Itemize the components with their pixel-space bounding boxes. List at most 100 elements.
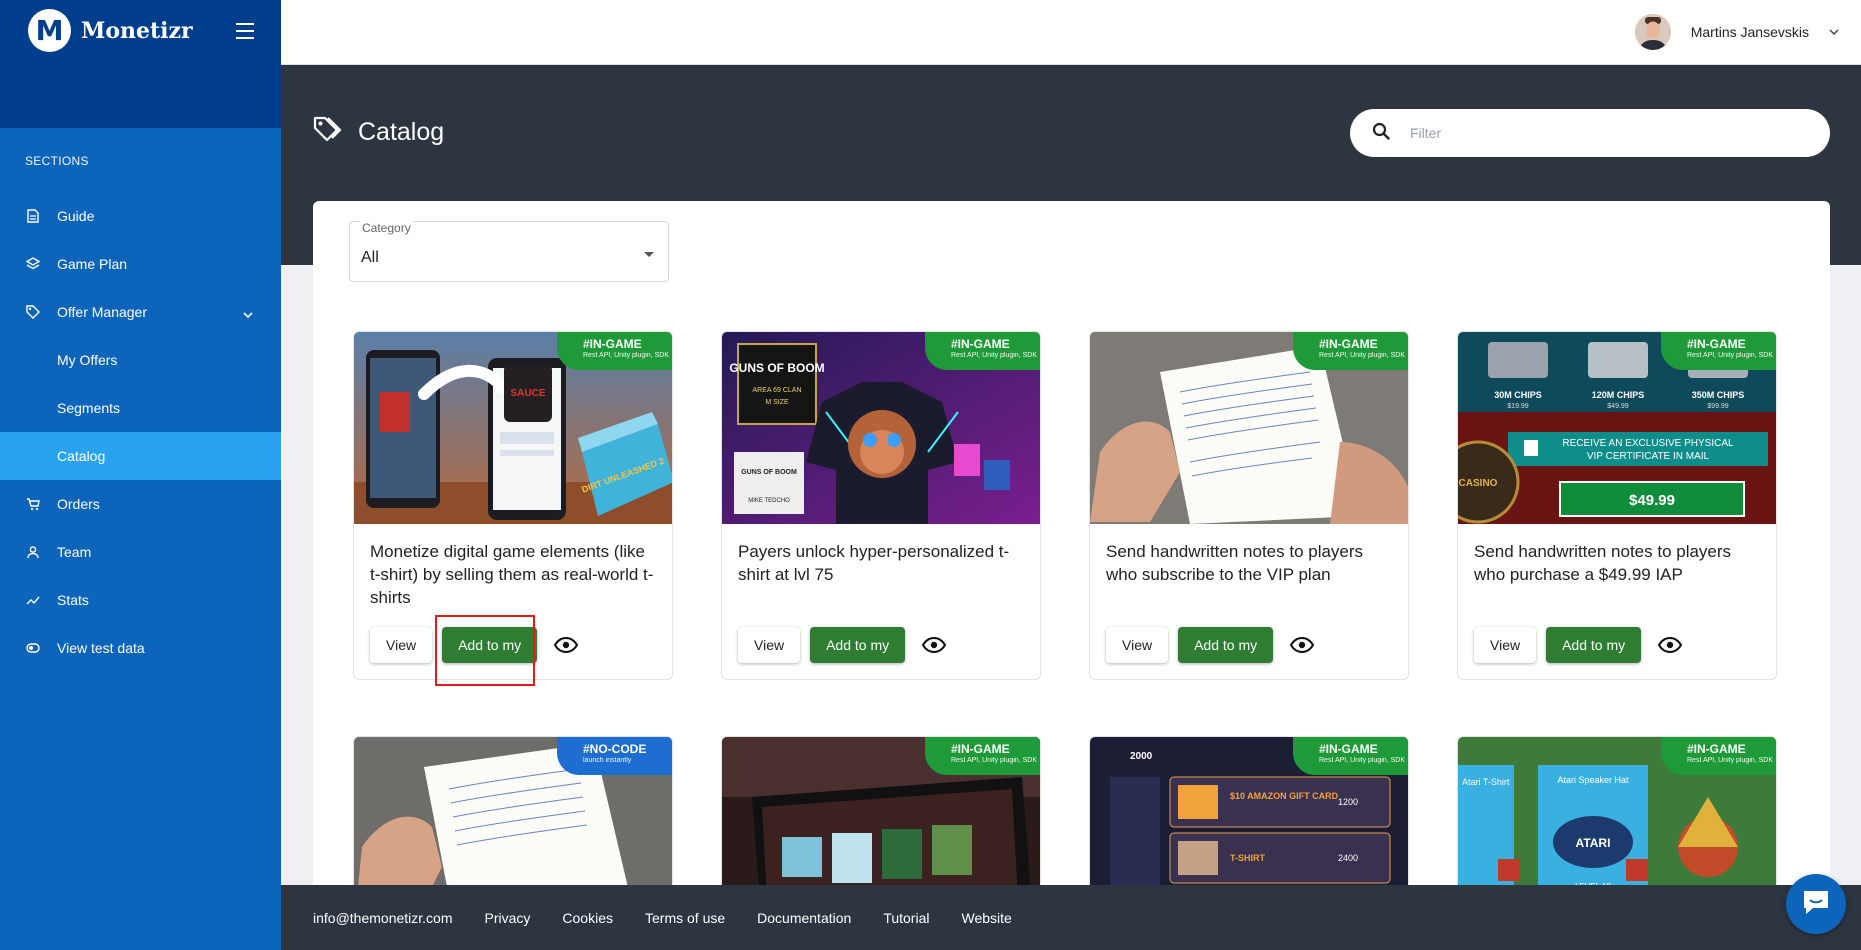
toggle-icon bbox=[26, 641, 40, 655]
art-text-area: AREA 69 CLAN bbox=[752, 387, 801, 394]
page-heading: Catalog bbox=[313, 116, 444, 148]
offer-card: SAUCE DIRT UNLEASHED 2 #IN-GAME Rest API… bbox=[353, 331, 673, 680]
category-select[interactable]: Category All bbox=[349, 221, 669, 282]
sidebar-item-guide[interactable]: Guide bbox=[0, 192, 281, 240]
art-text-gift-cost: 1200 bbox=[1338, 797, 1358, 807]
chat-button[interactable] bbox=[1786, 874, 1846, 934]
offer-actions: View Add to my bbox=[354, 627, 672, 679]
art-text-small: GUNS OF BOOM bbox=[741, 469, 797, 476]
art-text-gift: $10 AMAZON GIFT CARD bbox=[1230, 791, 1339, 801]
sidebar-item-team[interactable]: Team bbox=[0, 528, 281, 576]
sidebar-item-label: Orders bbox=[57, 496, 100, 512]
art-text-chips-2: 120M CHIPS bbox=[1592, 390, 1645, 400]
user-menu[interactable]: Martins Jansevskis bbox=[1634, 14, 1839, 50]
sidebar-item-label: Segments bbox=[57, 400, 121, 416]
sidebar-item-label: View test data bbox=[57, 640, 145, 656]
art-text-price-2: $49.99 bbox=[1607, 403, 1629, 410]
footer: info@themonetizr.com Privacy Cookies Ter… bbox=[281, 885, 1861, 950]
add-to-my-button[interactable]: Add to my bbox=[810, 627, 906, 663]
sidebar-item-segments[interactable]: Segments bbox=[0, 384, 281, 432]
art-text-points: 2000 bbox=[1130, 751, 1153, 762]
offer-title: Monetize digital game elements (like t-s… bbox=[370, 542, 654, 607]
integration-tag: #IN-GAME Rest API, Unity plugin, SDK bbox=[1661, 332, 1776, 370]
integration-tag: #NO-CODE launch instantly bbox=[557, 737, 672, 775]
view-button[interactable]: View bbox=[1106, 627, 1169, 663]
eye-icon[interactable] bbox=[1289, 632, 1315, 658]
sidebar-item-stats[interactable]: Stats bbox=[0, 576, 281, 624]
sidebar-item-offer-manager[interactable]: Offer Manager bbox=[0, 288, 281, 336]
offer-image[interactable]: #IN-GAME Rest API, Unity plugin, SDK bbox=[1090, 332, 1408, 524]
chevron-down-icon[interactable] bbox=[243, 306, 253, 322]
sidebar-item-label: Game Plan bbox=[57, 256, 128, 272]
add-to-my-button[interactable]: Add to my bbox=[1546, 627, 1642, 663]
add-to-my-button[interactable]: Add to my bbox=[442, 627, 538, 663]
integration-tag: #IN-GAME Rest API, Unity plugin, SDK bbox=[925, 737, 1040, 775]
eye-icon[interactable] bbox=[553, 632, 579, 658]
user-name: Martins Jansevskis bbox=[1690, 24, 1809, 40]
sidebar-item-label: Team bbox=[57, 544, 92, 560]
tag-icon bbox=[26, 305, 40, 319]
sidebar-nav: Guide Game Plan Offer Manager My Offers … bbox=[0, 192, 281, 672]
trend-icon bbox=[26, 593, 40, 607]
footer-link-terms[interactable]: Terms of use bbox=[645, 910, 725, 926]
art-text-price-1: $19.99 bbox=[1507, 403, 1529, 410]
tags-icon bbox=[313, 116, 342, 148]
view-button[interactable]: View bbox=[370, 627, 433, 663]
footer-link-privacy[interactable]: Privacy bbox=[485, 910, 531, 926]
logo-mark-icon: M bbox=[28, 9, 71, 52]
footer-link-cookies[interactable]: Cookies bbox=[562, 910, 613, 926]
art-text-price: $49.99 bbox=[1629, 492, 1675, 509]
sidebar-header: M Monetizr bbox=[0, 0, 281, 128]
offer-image[interactable]: GUNS OF BOOM AREA 69 CLAN M SIZE GUNS OF… bbox=[722, 332, 1040, 524]
top-bar: Martins Jansevskis bbox=[281, 0, 1861, 65]
integration-tag: #IN-GAME Rest API, Unity plugin, SDK bbox=[925, 332, 1040, 370]
offer-image[interactable]: SAUCE DIRT UNLEASHED 2 #IN-GAME Rest API… bbox=[354, 332, 672, 524]
sections-label: SECTIONS bbox=[25, 154, 89, 168]
footer-link-email[interactable]: info@themonetizr.com bbox=[313, 910, 453, 926]
integration-tag: #IN-GAME Rest API, Unity plugin, SDK bbox=[1293, 737, 1408, 775]
art-text-price-3: $99.99 bbox=[1707, 403, 1729, 410]
add-to-my-button[interactable]: Add to my bbox=[1178, 627, 1274, 663]
page-title: Catalog bbox=[358, 117, 445, 146]
offer-card: #IN-GAME Rest API, Unity plugin, SDK Sen… bbox=[1089, 331, 1409, 680]
view-button[interactable]: View bbox=[1474, 627, 1537, 663]
art-text-player: MIKE TEDCHO bbox=[748, 498, 790, 504]
dropdown-arrow-icon bbox=[644, 252, 654, 257]
art-text-shirt: T-SHIRT bbox=[1230, 853, 1266, 863]
filter-input[interactable] bbox=[1410, 125, 1790, 141]
chat-icon bbox=[1801, 888, 1831, 921]
offer-card: GUNS OF BOOM AREA 69 CLAN M SIZE GUNS OF… bbox=[721, 331, 1041, 680]
sidebar: M Monetizr SECTIONS Guide Game Plan Offe… bbox=[0, 0, 281, 950]
hamburger-menu-icon[interactable] bbox=[236, 23, 254, 39]
footer-link-website[interactable]: Website bbox=[961, 910, 1011, 926]
integration-tag: #IN-GAME Rest API, Unity plugin, SDK bbox=[557, 332, 672, 370]
sidebar-item-my-offers[interactable]: My Offers bbox=[0, 336, 281, 384]
filter-box bbox=[1350, 109, 1830, 157]
sidebar-item-label: Guide bbox=[57, 208, 95, 224]
sidebar-item-view-test-data[interactable]: View test data bbox=[0, 624, 281, 672]
sidebar-item-label: Stats bbox=[57, 592, 89, 608]
offer-image[interactable]: 30M CHIPS $19.99 120M CHIPS $49.99 350M … bbox=[1458, 332, 1776, 524]
art-text-size: M SIZE bbox=[765, 399, 789, 406]
art-text-item-2: Atari Speaker Hat bbox=[1557, 775, 1629, 785]
art-text-banner-1: RECEIVE AN EXCLUSIVE PHYSICAL bbox=[1562, 438, 1734, 449]
avatar bbox=[1634, 14, 1671, 50]
art-text-banner-2: VIP CERTIFICATE IN MAIL bbox=[1587, 451, 1710, 462]
view-button[interactable]: View bbox=[738, 627, 801, 663]
art-text-brand: ATARI bbox=[1576, 836, 1611, 850]
footer-link-tutorial[interactable]: Tutorial bbox=[883, 910, 929, 926]
catalog-panel: Category All SAUCE DIRT UNLEASHED 2 #IN-… bbox=[313, 201, 1830, 950]
sidebar-item-orders[interactable]: Orders bbox=[0, 480, 281, 528]
search-icon bbox=[1372, 122, 1390, 145]
eye-icon[interactable] bbox=[921, 632, 947, 658]
offer-title: Send handwritten notes to players who su… bbox=[1106, 542, 1364, 584]
category-value: All bbox=[361, 249, 379, 266]
footer-link-documentation[interactable]: Documentation bbox=[757, 910, 851, 926]
eye-icon[interactable] bbox=[1657, 632, 1683, 658]
art-text-game: GUNS OF BOOM bbox=[729, 361, 824, 375]
offer-actions: View Add to my bbox=[722, 627, 1040, 679]
offer-actions: View Add to my bbox=[1458, 627, 1776, 679]
sidebar-item-game-plan[interactable]: Game Plan bbox=[0, 240, 281, 288]
sidebar-item-catalog[interactable]: Catalog bbox=[0, 432, 281, 480]
app-logo[interactable]: M Monetizr bbox=[28, 9, 193, 52]
